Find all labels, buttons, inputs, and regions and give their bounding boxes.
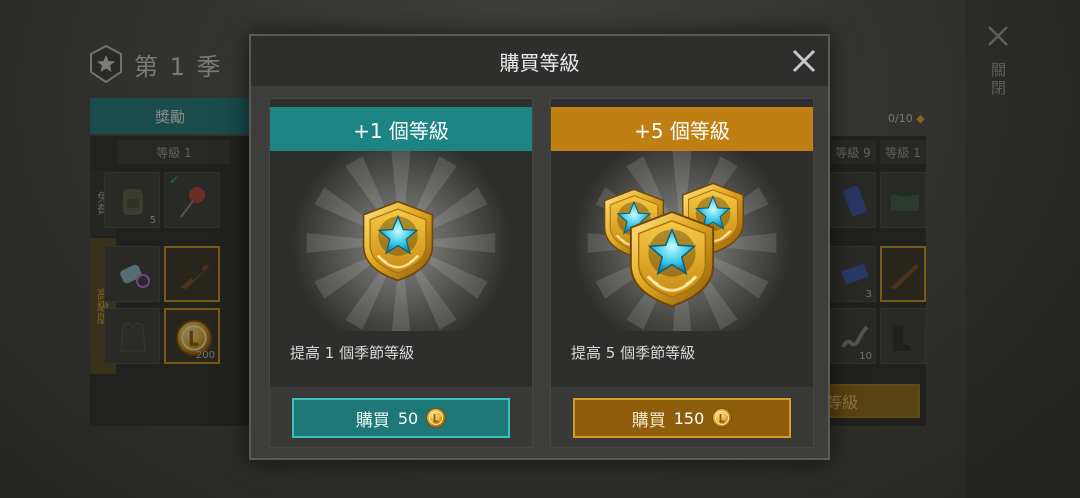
- offer-description: 提高 5 個季節等級: [571, 344, 696, 362]
- dialog-header: 購買等級: [251, 36, 828, 86]
- offer-footer: 購買 150: [551, 387, 813, 447]
- offer-description: 提高 1 個季節等級: [290, 344, 415, 362]
- star-medal-icon: [362, 200, 434, 282]
- close-icon[interactable]: [790, 47, 818, 75]
- buy-1-level-button[interactable]: 購買 50: [292, 398, 510, 438]
- buy-5-levels-button[interactable]: 購買 150: [573, 398, 791, 438]
- offer-footer: 購買 50: [270, 387, 532, 447]
- offer-card-1-level: +1 個等級 提高 1 個季節等級 購買 50: [269, 98, 533, 448]
- dialog-title: 購買等級: [499, 50, 580, 75]
- buy-label: 購買: [631, 410, 666, 431]
- star-medal-icon: [629, 210, 715, 308]
- offer-header: +5 個等級: [551, 107, 813, 151]
- price: 50: [397, 408, 419, 428]
- gold-coin-icon: [426, 408, 447, 428]
- price: 150: [673, 408, 705, 428]
- offer-header: +1 個等級: [270, 107, 532, 151]
- gold-coin-icon: [712, 408, 733, 428]
- buy-label: 購買: [355, 410, 390, 431]
- buy-levels-dialog: 購買等級 +1 個等級 提高 1 個季節等級 購買 50 +5 個等級 提高 5…: [249, 34, 830, 460]
- offer-card-5-levels: +5 個等級 提高 5 個季節等級 購買 150: [550, 98, 814, 448]
